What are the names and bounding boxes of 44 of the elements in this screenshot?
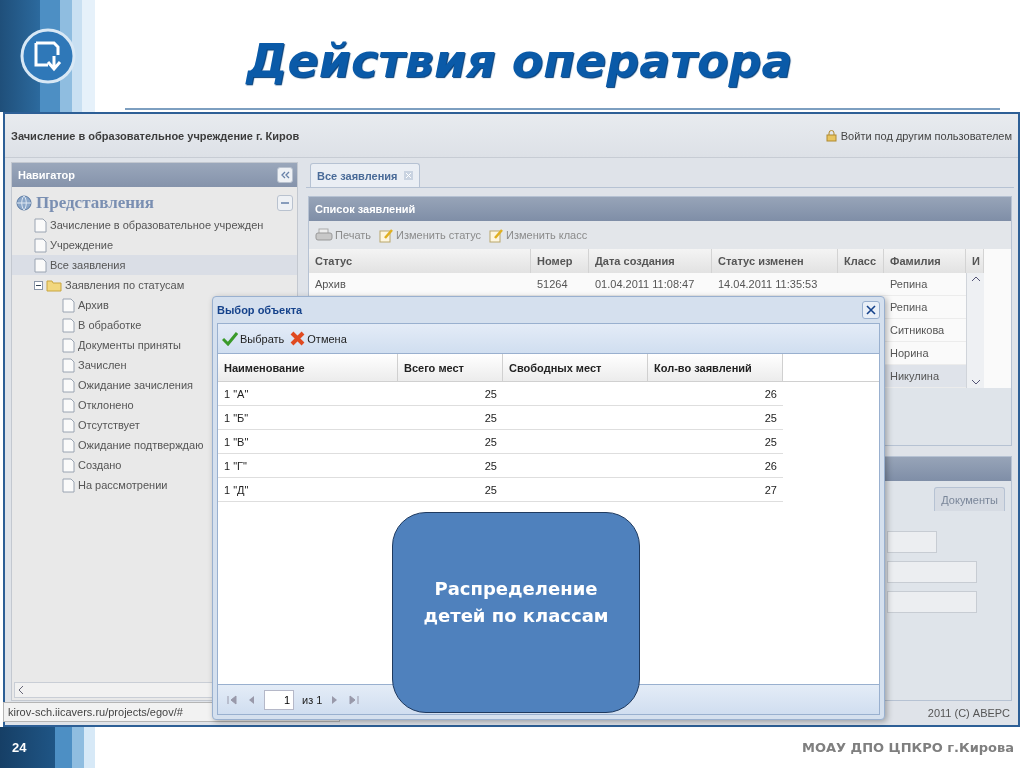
table-cell: 25	[398, 430, 503, 454]
column-header[interactable]: Наименование	[218, 354, 398, 382]
table-cell: 1 "В"	[218, 430, 398, 454]
tree-item[interactable]: Все заявления	[12, 255, 297, 275]
table-cell: 27	[648, 478, 783, 502]
footer-text: МОАУ ДПО ЦПКРО г.Кирова	[802, 740, 1014, 755]
section-title: Представления	[16, 193, 155, 213]
table-cell: 25	[648, 406, 783, 430]
table-cell: 26	[648, 382, 783, 406]
copyright-text: 2011 (С) АВЕРС	[927, 707, 1010, 719]
column-header[interactable]: Всего мест	[398, 354, 503, 382]
tree-item[interactable]: Зачисление в образовательное учрежден	[12, 215, 297, 235]
column-header[interactable]: Статус	[309, 249, 531, 273]
tab[interactable]: Все заявления	[310, 163, 420, 187]
column-header[interactable]: Номер	[531, 249, 589, 273]
table-cell: 25	[398, 382, 503, 406]
tree-item[interactable]: Заявления по статусам	[12, 275, 297, 295]
column-header[interactable]: И	[966, 249, 984, 273]
table-cell: 1 "Б"	[218, 406, 398, 430]
column-header[interactable]: Свободных мест	[503, 354, 648, 382]
table-cell: 1 "А"	[218, 382, 398, 406]
app-title: Зачисление в образовательное учреждение г. Киров	[11, 129, 300, 142]
table-cell: 26	[648, 454, 783, 478]
column-header[interactable]: Фамилия	[884, 249, 966, 273]
column-header[interactable]: Дата создания	[589, 249, 712, 273]
page-field[interactable]: 1	[264, 689, 294, 710]
table-cell: 25	[648, 430, 783, 454]
table-cell: 1 "Г"	[218, 454, 398, 478]
column-header[interactable]: Статус изменен	[712, 249, 838, 273]
column-header[interactable]: Кол-во заявлений	[648, 354, 783, 382]
column-header[interactable]: Класс	[838, 249, 884, 273]
table-cell: 25	[398, 478, 503, 502]
panel-title: Список заявлений	[315, 203, 416, 215]
table-cell: 25	[398, 406, 503, 430]
slide-title: Действия оператора	[246, 34, 793, 90]
login-link[interactable]: Войти под другим пользователем	[825, 129, 1012, 142]
callout-text: Распределение детей по классам	[422, 577, 610, 628]
table-cell: 25	[398, 454, 503, 478]
dialog-title: Выбор объекта	[217, 304, 303, 316]
tree-item[interactable]: Учреждение	[12, 235, 297, 255]
table-cell: Никулина	[884, 365, 966, 388]
page-number: 24	[12, 740, 27, 755]
panel-title: Навигатор	[18, 169, 75, 181]
table-cell: 1 "Д"	[218, 478, 398, 502]
